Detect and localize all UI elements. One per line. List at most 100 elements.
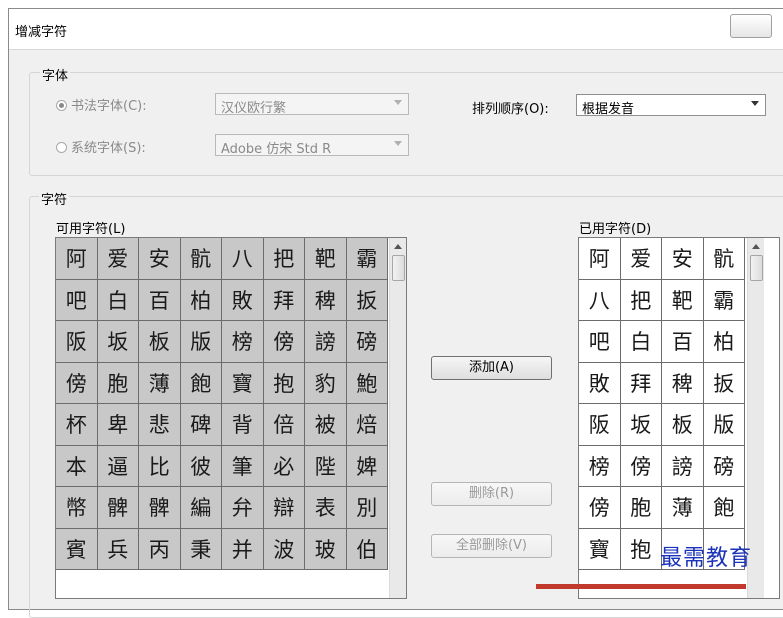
used-char-cell[interactable]: 白 bbox=[620, 321, 662, 363]
available-char-cell[interactable]: 辯 bbox=[263, 487, 305, 529]
available-char-cell[interactable]: 彼 bbox=[180, 445, 222, 487]
scroll-up-icon[interactable] bbox=[394, 244, 402, 249]
delete-all-button[interactable]: 全部删除(V) bbox=[431, 534, 552, 558]
available-char-cell[interactable]: 豹 bbox=[305, 362, 347, 404]
available-char-cell[interactable]: 把 bbox=[263, 238, 305, 280]
available-char-cell[interactable]: 比 bbox=[139, 445, 181, 487]
available-char-cell[interactable]: 焙 bbox=[346, 404, 388, 446]
used-char-cell[interactable]: 百 bbox=[662, 321, 704, 363]
available-char-cell[interactable]: 婢 bbox=[346, 445, 388, 487]
used-char-cell[interactable]: 八 bbox=[579, 279, 621, 321]
used-char-cell[interactable]: 板 bbox=[662, 404, 704, 446]
used-char-cell[interactable]: 傍 bbox=[620, 445, 662, 487]
available-char-cell[interactable]: 寶 bbox=[222, 362, 264, 404]
available-char-cell[interactable]: 拜 bbox=[263, 279, 305, 321]
used-char-cell[interactable]: 抱 bbox=[620, 528, 662, 570]
available-char-cell[interactable]: 抱 bbox=[263, 362, 305, 404]
available-char-cell[interactable]: 并 bbox=[222, 528, 264, 570]
delete-button[interactable]: 删除(R) bbox=[431, 482, 552, 506]
available-char-cell[interactable]: 百 bbox=[139, 279, 181, 321]
available-char-cell[interactable]: 別 bbox=[346, 487, 388, 529]
available-char-cell[interactable]: 扳 bbox=[346, 279, 388, 321]
available-char-cell[interactable]: 爱 bbox=[97, 238, 139, 280]
available-char-cell[interactable]: 傍 bbox=[263, 321, 305, 363]
available-char-cell[interactable]: 靶 bbox=[305, 238, 347, 280]
available-char-cell[interactable]: 磅 bbox=[346, 321, 388, 363]
available-char-cell[interactable]: 榜 bbox=[222, 321, 264, 363]
used-char-cell[interactable]: 寶 bbox=[579, 528, 621, 570]
available-char-cell[interactable]: 筆 bbox=[222, 445, 264, 487]
available-char-cell[interactable]: 八 bbox=[222, 238, 264, 280]
available-char-cell[interactable]: 編 bbox=[180, 487, 222, 529]
available-char-cell[interactable]: 賓 bbox=[56, 528, 98, 570]
available-char-cell[interactable]: 秉 bbox=[180, 528, 222, 570]
available-char-cell[interactable]: 逼 bbox=[97, 445, 139, 487]
available-char-cell[interactable]: 阪 bbox=[56, 321, 98, 363]
available-char-cell[interactable]: 表 bbox=[305, 487, 347, 529]
add-button[interactable]: 添加(A) bbox=[431, 356, 552, 380]
scroll-up-icon[interactable] bbox=[752, 244, 760, 249]
used-char-cell[interactable]: 稗 bbox=[662, 362, 704, 404]
close-button[interactable] bbox=[730, 14, 772, 38]
used-char-cell[interactable]: 磅 bbox=[703, 445, 745, 487]
used-char-cell[interactable]: 靶 bbox=[662, 279, 704, 321]
available-char-cell[interactable]: 安 bbox=[139, 238, 181, 280]
available-char-cell[interactable]: 霸 bbox=[346, 238, 388, 280]
available-char-cell[interactable]: 波 bbox=[263, 528, 305, 570]
available-char-cell[interactable]: 玻 bbox=[305, 528, 347, 570]
available-char-cell[interactable]: 幣 bbox=[56, 487, 98, 529]
available-scrollbar[interactable] bbox=[389, 238, 406, 598]
available-char-cell[interactable]: 敗 bbox=[222, 279, 264, 321]
available-char-cell[interactable]: 飽 bbox=[180, 362, 222, 404]
available-char-cell[interactable]: 必 bbox=[263, 445, 305, 487]
available-char-cell[interactable]: 阿 bbox=[56, 238, 98, 280]
available-char-cell[interactable]: 板 bbox=[139, 321, 181, 363]
used-char-cell[interactable]: 傍 bbox=[579, 487, 621, 529]
available-char-cell[interactable]: 吧 bbox=[56, 279, 98, 321]
available-char-cell[interactable]: 胞 bbox=[97, 362, 139, 404]
available-characters-list[interactable]: 阿爱安骯八把靶霸吧白百柏敗拜稗扳阪坂板版榜傍謗磅傍胞薄飽寶抱豹鮑杯卑悲碑背倍被焙… bbox=[55, 237, 407, 599]
available-char-cell[interactable]: 碑 bbox=[180, 404, 222, 446]
available-char-cell[interactable]: 坂 bbox=[97, 321, 139, 363]
calligraphy-font-radio[interactable]: 书法字体(C): bbox=[56, 95, 147, 114]
available-char-cell[interactable]: 柏 bbox=[180, 279, 222, 321]
available-char-cell[interactable]: 謗 bbox=[305, 321, 347, 363]
available-char-cell[interactable]: 本 bbox=[56, 445, 98, 487]
used-char-cell[interactable]: 胞 bbox=[620, 487, 662, 529]
sort-order-select[interactable]: 根据发音 bbox=[576, 94, 766, 117]
used-char-cell[interactable]: 爱 bbox=[620, 238, 662, 280]
available-char-cell[interactable]: 卑 bbox=[97, 404, 139, 446]
used-char-cell[interactable]: 扳 bbox=[703, 362, 745, 404]
available-char-cell[interactable]: 鮑 bbox=[346, 362, 388, 404]
used-char-cell[interactable]: 謗 bbox=[662, 445, 704, 487]
available-char-cell[interactable]: 兵 bbox=[97, 528, 139, 570]
used-char-cell[interactable]: 阪 bbox=[579, 404, 621, 446]
used-char-cell[interactable]: 薄 bbox=[662, 487, 704, 529]
available-char-cell[interactable]: 白 bbox=[97, 279, 139, 321]
used-char-cell[interactable]: 敗 bbox=[579, 362, 621, 404]
used-char-cell[interactable]: 飽 bbox=[703, 487, 745, 529]
used-char-cell[interactable]: 拜 bbox=[620, 362, 662, 404]
available-char-cell[interactable]: 髀 bbox=[97, 487, 139, 529]
used-char-cell[interactable]: 安 bbox=[662, 238, 704, 280]
used-char-cell[interactable]: 骯 bbox=[703, 238, 745, 280]
used-char-cell[interactable]: 把 bbox=[620, 279, 662, 321]
available-char-cell[interactable]: 杯 bbox=[56, 404, 98, 446]
system-font-select[interactable]: Adobe 仿宋 Std R bbox=[215, 134, 409, 157]
available-char-cell[interactable]: 背 bbox=[222, 404, 264, 446]
available-char-cell[interactable]: 伯 bbox=[346, 528, 388, 570]
available-char-cell[interactable]: 髀 bbox=[139, 487, 181, 529]
available-char-cell[interactable]: 被 bbox=[305, 404, 347, 446]
used-char-cell[interactable]: 版 bbox=[703, 404, 745, 446]
available-char-cell[interactable]: 稗 bbox=[305, 279, 347, 321]
used-char-cell[interactable]: 吧 bbox=[579, 321, 621, 363]
used-char-cell[interactable]: 阿 bbox=[579, 238, 621, 280]
available-char-cell[interactable]: 倍 bbox=[263, 404, 305, 446]
available-char-cell[interactable]: 丙 bbox=[139, 528, 181, 570]
used-char-cell[interactable]: 坂 bbox=[620, 404, 662, 446]
available-char-cell[interactable]: 傍 bbox=[56, 362, 98, 404]
available-char-cell[interactable]: 骯 bbox=[180, 238, 222, 280]
available-char-cell[interactable]: 陛 bbox=[305, 445, 347, 487]
calligraphy-font-select[interactable]: 汉仪欧行繁 bbox=[215, 93, 409, 116]
available-char-cell[interactable]: 版 bbox=[180, 321, 222, 363]
